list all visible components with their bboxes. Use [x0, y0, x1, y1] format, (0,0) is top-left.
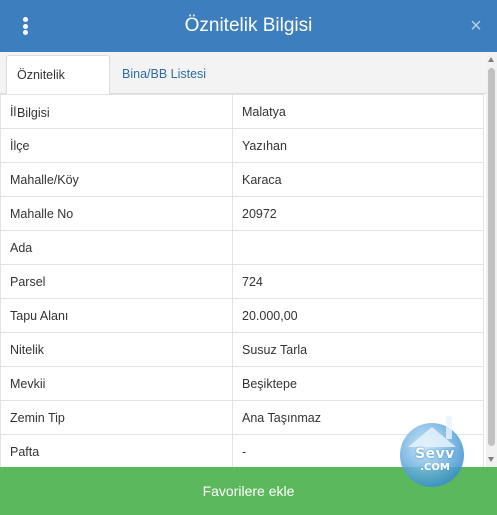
- table-row: Parsel 724: [0, 264, 484, 299]
- attribute-value: -: [232, 434, 484, 467]
- table-row: Pafta -: [0, 434, 484, 467]
- attribute-table: İl Malatya İlçe Yazıhan Mahalle/Köy Kara…: [0, 94, 484, 467]
- attribute-key: Mevkii: [0, 366, 233, 401]
- table-row: Zemin Tip Ana Taşınmaz: [0, 400, 484, 435]
- attribute-value: 20972: [232, 196, 484, 231]
- attribute-key: Mahalle No: [0, 196, 233, 231]
- attribute-value: Susuz Tarla: [232, 332, 484, 367]
- table-row: İlçe Yazıhan: [0, 128, 484, 163]
- attribute-value: Karaca: [232, 162, 484, 197]
- attribute-value: Malatya: [232, 94, 484, 129]
- scrollbar-thumb[interactable]: [488, 68, 495, 446]
- vertical-scrollbar[interactable]: [486, 52, 497, 467]
- table-row: Ada: [0, 230, 484, 265]
- table-row: Nitelik Susuz Tarla: [0, 332, 484, 367]
- add-to-favorites-button[interactable]: Favorilere ekle: [0, 467, 497, 515]
- attribute-key: Parsel: [0, 264, 233, 299]
- dialog-header: Öznitelik Bilgisi ×: [0, 0, 497, 52]
- tab-building-list[interactable]: Bina/BB Listesi: [112, 55, 216, 94]
- attribute-key: İlçe: [0, 128, 233, 163]
- scroll-up-arrow-icon[interactable]: [488, 57, 494, 62]
- attribute-key: Zemin Tip: [0, 400, 233, 435]
- attribute-key: İl: [0, 94, 233, 129]
- tab-bar: Öznitelik Bilgisi Bina/BB Listesi: [0, 52, 486, 120]
- table-row: Tapu Alanı 20.000,00: [0, 298, 484, 333]
- table-row: İl Malatya: [0, 94, 484, 129]
- close-icon[interactable]: ×: [465, 15, 487, 37]
- attribute-key: Tapu Alanı: [0, 298, 233, 333]
- attribute-value: Beşiktepe: [232, 366, 484, 401]
- attribute-value: 20.000,00: [232, 298, 484, 333]
- table-row: Mevkii Beşiktepe: [0, 366, 484, 401]
- attribute-key: Ada: [0, 230, 233, 265]
- table-row: Mahalle/Köy Karaca: [0, 162, 484, 197]
- attribute-key: Pafta: [0, 434, 233, 467]
- table-row: Mahalle No 20972: [0, 196, 484, 231]
- attribute-value: [232, 230, 484, 265]
- scroll-down-arrow-icon[interactable]: [488, 457, 494, 462]
- attribute-value: 724: [232, 264, 484, 299]
- attribute-key: Nitelik: [0, 332, 233, 367]
- tab-attribute-info[interactable]: Öznitelik Bilgisi: [6, 55, 110, 120]
- dialog-title: Öznitelik Bilgisi: [184, 15, 313, 36]
- attribute-value: Yazıhan: [232, 128, 484, 163]
- attribute-table-container: İl Malatya İlçe Yazıhan Mahalle/Köy Kara…: [0, 94, 484, 467]
- attribute-key: Mahalle/Köy: [0, 162, 233, 197]
- attribute-value: Ana Taşınmaz: [232, 400, 484, 435]
